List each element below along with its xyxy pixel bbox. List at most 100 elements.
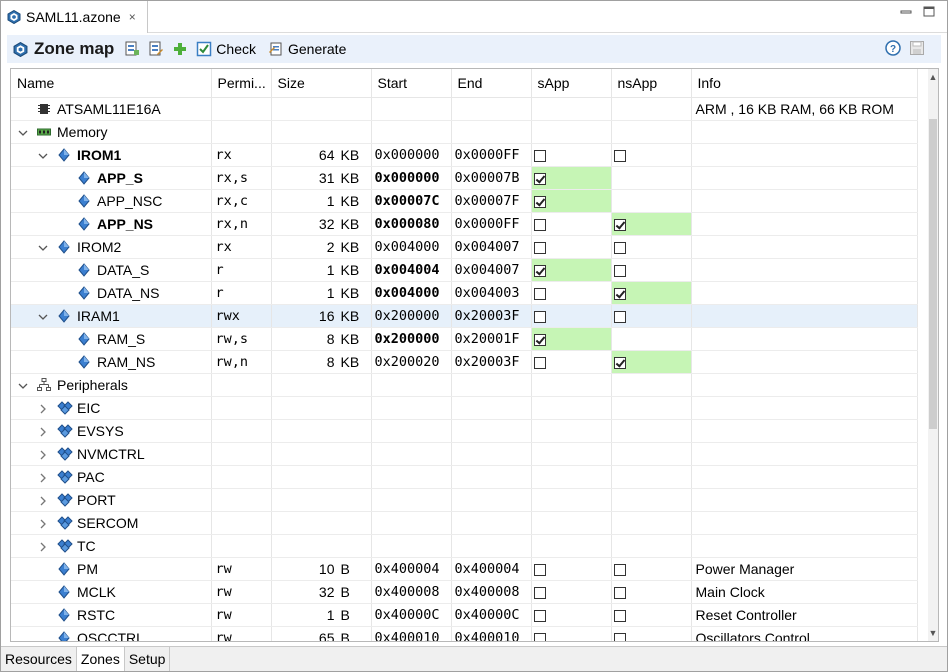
- sapp-checkbox[interactable]: [533, 563, 546, 576]
- vertical-scrollbar[interactable]: ▲ ▼: [928, 69, 938, 641]
- chevron-down-icon[interactable]: [17, 126, 29, 138]
- chevron-right-icon[interactable]: [37, 540, 49, 552]
- permission-cell: rw: [211, 580, 272, 604]
- table-row[interactable]: RAM_NS rw,n 8 KB 0x200020 0x20003F: [11, 350, 918, 374]
- minimize-icon[interactable]: [899, 5, 913, 19]
- maximize-icon[interactable]: [922, 5, 936, 19]
- nsapp-checkbox[interactable]: [613, 563, 626, 576]
- table-row[interactable]: TC: [11, 534, 918, 558]
- table-row[interactable]: Peripherals: [11, 373, 918, 397]
- table-row[interactable]: OSCCTRL rw 65 B 0x400010 0x400010 Oscillators …: [11, 626, 918, 641]
- start-address-cell: 0x00007C: [371, 189, 452, 213]
- column-header[interactable]: End: [451, 69, 532, 98]
- peripheral-group-icon: [57, 423, 73, 438]
- generate-icon[interactable]: [268, 41, 284, 57]
- table-row[interactable]: IRAM1 rwx 16 KB 0x200000 0x20003F: [11, 304, 918, 328]
- scroll-thumb[interactable]: [929, 119, 937, 429]
- chevron-right-icon[interactable]: [37, 471, 49, 483]
- scroll-up-icon[interactable]: ▲: [928, 71, 938, 83]
- chevron-right-icon[interactable]: [37, 425, 49, 437]
- table-row[interactable]: PORT: [11, 488, 918, 512]
- end-address-cell: 0x0000FF: [451, 143, 532, 167]
- column-header[interactable]: Start: [371, 69, 452, 98]
- chevron-right-icon[interactable]: [37, 402, 49, 414]
- sapp-checkbox[interactable]: [533, 356, 546, 369]
- table-row[interactable]: APP_NS rx,n 32 KB 0x000080 0x0000FF: [11, 212, 918, 236]
- sapp-checkbox[interactable]: [533, 609, 546, 622]
- table-row[interactable]: DATA_NS r 1 KB 0x004000 0x004003: [11, 281, 918, 305]
- info-cell: [691, 373, 918, 397]
- nsapp-checkbox[interactable]: [613, 218, 626, 231]
- table-row[interactable]: DATA_S r 1 KB 0x004004 0x004007: [11, 258, 918, 282]
- new-zone-icon[interactable]: [124, 41, 140, 57]
- nsapp-checkbox[interactable]: [613, 241, 626, 254]
- nsapp-checkbox[interactable]: [613, 287, 626, 300]
- help-icon[interactable]: ?: [885, 40, 901, 56]
- table-row[interactable]: EIC: [11, 396, 918, 420]
- sapp-checkbox[interactable]: [533, 632, 546, 641]
- table-row[interactable]: IROM1 rx 64 KB 0x000000 0x0000FF: [11, 143, 918, 167]
- table-row[interactable]: NVMCTRL: [11, 442, 918, 466]
- table-row[interactable]: PAC: [11, 465, 918, 489]
- sapp-checkbox[interactable]: [533, 149, 546, 162]
- node-name: RAM_S: [97, 330, 146, 347]
- size-unit: KB: [340, 261, 360, 278]
- permission-cell: rwx: [211, 304, 272, 328]
- nsapp-checkbox[interactable]: [613, 356, 626, 369]
- column-header[interactable]: Name: [11, 69, 212, 98]
- add-icon[interactable]: [172, 41, 188, 57]
- column-header[interactable]: Info: [691, 69, 918, 98]
- sapp-checkbox[interactable]: [533, 287, 546, 300]
- check-button[interactable]: Check: [216, 41, 256, 57]
- sapp-checkbox[interactable]: [533, 310, 546, 323]
- table-row[interactable]: ATSAML11E16A ARM , 16 KB RAM, 66 KB ROM: [11, 97, 918, 121]
- generate-button[interactable]: Generate: [288, 41, 346, 57]
- tab-resources[interactable]: Resources: [1, 647, 77, 671]
- sapp-checkbox[interactable]: [533, 218, 546, 231]
- nsapp-checkbox[interactable]: [613, 632, 626, 641]
- chevron-down-icon[interactable]: [37, 310, 49, 322]
- nsapp-checkbox[interactable]: [613, 609, 626, 622]
- chevron-down-icon[interactable]: [37, 149, 49, 161]
- table-row[interactable]: IROM2 rx 2 KB 0x004000 0x004007: [11, 235, 918, 259]
- scroll-down-icon[interactable]: ▼: [928, 627, 938, 639]
- chevron-down-icon[interactable]: [37, 241, 49, 253]
- column-header[interactable]: Permi...: [211, 69, 272, 98]
- table-row[interactable]: Memory: [11, 120, 918, 144]
- check-icon[interactable]: [196, 41, 212, 57]
- nsapp-checkbox[interactable]: [613, 149, 626, 162]
- end-address-cell: 0x004003: [451, 281, 532, 305]
- edit-zone-icon[interactable]: [148, 41, 164, 57]
- table-row[interactable]: APP_S rx,s 31 KB 0x000000 0x00007B: [11, 166, 918, 190]
- nsapp-checkbox[interactable]: [613, 264, 626, 277]
- sapp-checkbox[interactable]: [533, 264, 546, 277]
- sapp-checkbox[interactable]: [533, 195, 546, 208]
- sapp-checkbox[interactable]: [533, 241, 546, 254]
- close-icon[interactable]: ×: [129, 10, 136, 24]
- nsapp-checkbox[interactable]: [613, 310, 626, 323]
- sapp-checkbox[interactable]: [533, 586, 546, 599]
- table-row[interactable]: RAM_S rw,s 8 KB 0x200000 0x20001F: [11, 327, 918, 351]
- editor-tab-saml11[interactable]: SAML11.azone ×: [1, 1, 148, 33]
- sapp-checkbox[interactable]: [533, 172, 546, 185]
- table-row[interactable]: RSTC rw 1 B 0x40000C 0x40000C Reset Controller: [11, 603, 918, 627]
- tab-zones[interactable]: Zones: [76, 647, 125, 671]
- table-row[interactable]: APP_NSC rx,c 1 KB 0x00007C 0x00007F: [11, 189, 918, 213]
- table-row[interactable]: EVSYS: [11, 419, 918, 443]
- nsapp-cell: [611, 511, 692, 535]
- region-icon: [77, 285, 91, 300]
- table-row[interactable]: MCLK rw 32 B 0x400008 0x400008 Main Clock: [11, 580, 918, 604]
- chevron-down-icon[interactable]: [17, 379, 29, 391]
- table-row[interactable]: SERCOM: [11, 511, 918, 535]
- chevron-right-icon[interactable]: [37, 517, 49, 529]
- table-row[interactable]: PM rw 10 B 0x400004 0x400004 Power Manager: [11, 557, 918, 581]
- column-header[interactable]: nsApp: [611, 69, 692, 98]
- save-icon[interactable]: [909, 40, 925, 56]
- column-header[interactable]: Size: [271, 69, 372, 98]
- column-header[interactable]: sApp: [531, 69, 612, 98]
- nsapp-checkbox[interactable]: [613, 586, 626, 599]
- chevron-right-icon[interactable]: [37, 448, 49, 460]
- sapp-checkbox[interactable]: [533, 333, 546, 346]
- chevron-right-icon[interactable]: [37, 494, 49, 506]
- tab-setup[interactable]: Setup: [124, 647, 171, 671]
